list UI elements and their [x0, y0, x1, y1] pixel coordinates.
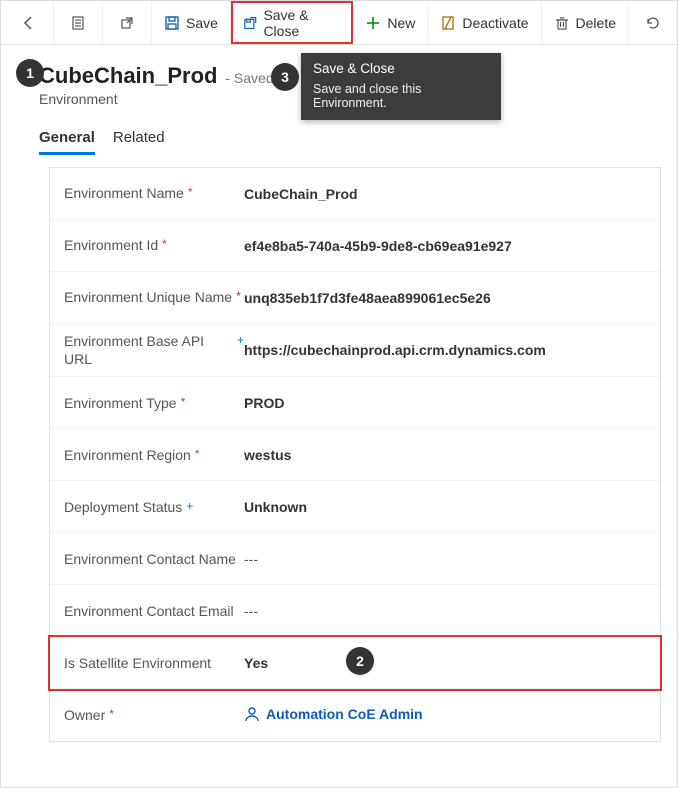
- save-close-tooltip: Save & Close Save and close this Environ…: [301, 53, 501, 120]
- open-new-window-icon: [119, 15, 135, 31]
- field-owner[interactable]: Owner * Automation CoE Admin: [50, 689, 660, 741]
- save-label: Save: [186, 15, 218, 31]
- field-value: https://cubechainprod.api.crm.dynamics.c…: [244, 342, 646, 358]
- delete-button[interactable]: Delete: [542, 1, 629, 44]
- field-label: Owner: [64, 706, 105, 724]
- required-mark: *: [162, 237, 167, 251]
- field-label: Environment Contact Email: [64, 602, 234, 620]
- field-label: Environment Id: [64, 236, 158, 254]
- required-mark: *: [181, 395, 186, 409]
- field-label: Is Satellite Environment: [64, 654, 211, 672]
- required-mark: *: [109, 707, 114, 721]
- field-deployment-status[interactable]: Deployment Status + Unknown: [50, 481, 660, 533]
- deactivate-icon: [440, 15, 456, 31]
- field-value: Yes: [244, 655, 646, 671]
- tooltip-body: Save and close this Environment.: [313, 82, 489, 110]
- field-value: ---: [244, 603, 646, 619]
- save-icon: [164, 15, 180, 31]
- field-label: Environment Contact Name: [64, 550, 236, 568]
- field-environment-unique-name[interactable]: Environment Unique Name * unq835eb1f7d3fe…: [50, 272, 660, 324]
- field-environment-type[interactable]: Environment Type * PROD: [50, 377, 660, 429]
- callout-badge-2: 2: [346, 647, 374, 675]
- back-button[interactable]: [5, 1, 54, 44]
- tab-general[interactable]: General: [39, 129, 95, 155]
- field-value: unq835eb1f7d3fe48aea899061ec5e26: [244, 290, 646, 306]
- owner-name: Automation CoE Admin: [266, 706, 423, 722]
- field-label: Environment Region: [64, 446, 191, 464]
- field-environment-base-api-url[interactable]: Environment Base API URL + https://cubech…: [50, 324, 660, 377]
- required-mark: *: [188, 185, 193, 199]
- new-button[interactable]: New: [353, 1, 428, 44]
- field-label: Deployment Status: [64, 498, 182, 516]
- person-icon: [244, 706, 260, 722]
- required-mark: *: [195, 447, 200, 461]
- deactivate-label: Deactivate: [462, 15, 528, 31]
- save-button[interactable]: Save: [152, 1, 231, 44]
- field-value: ef4e8ba5-740a-45b9-9de8-cb69ea91e927: [244, 238, 646, 254]
- plus-icon: [365, 15, 381, 31]
- recommended-mark: +: [186, 499, 193, 513]
- field-contact-name[interactable]: Environment Contact Name ---: [50, 533, 660, 585]
- tabs: General Related: [39, 129, 659, 155]
- page-title: CubeChain_Prod: [39, 63, 217, 88]
- recommended-mark: +: [237, 333, 244, 347]
- form-selector-button[interactable]: [54, 1, 103, 44]
- field-environment-id[interactable]: Environment Id * ef4e8ba5-740a-45b9-9de8-…: [50, 220, 660, 272]
- field-label: Environment Unique Name: [64, 288, 232, 306]
- form-icon: [70, 15, 86, 31]
- save-close-icon: [243, 15, 258, 31]
- field-label: Environment Type: [64, 394, 177, 412]
- tooltip-title: Save & Close: [313, 61, 489, 76]
- trash-icon: [554, 15, 570, 31]
- back-icon: [21, 15, 37, 31]
- new-label: New: [387, 15, 415, 31]
- tab-related[interactable]: Related: [113, 129, 165, 155]
- delete-label: Delete: [576, 15, 616, 31]
- refresh-icon: [645, 15, 661, 31]
- field-environment-region[interactable]: Environment Region * westus: [50, 429, 660, 481]
- field-value: CubeChain_Prod: [244, 186, 646, 202]
- field-value: westus: [244, 447, 646, 463]
- field-value: PROD: [244, 395, 646, 411]
- refresh-button[interactable]: [629, 1, 677, 44]
- toolbar: Save Save & Close New Deactivate Delete: [1, 1, 677, 45]
- field-label: Environment Name: [64, 184, 184, 202]
- callout-badge-1: 1: [16, 59, 44, 87]
- field-environment-name[interactable]: Environment Name * CubeChain_Prod: [50, 168, 660, 220]
- required-mark: *: [236, 289, 241, 303]
- deactivate-button[interactable]: Deactivate: [428, 1, 541, 44]
- field-contact-email[interactable]: Environment Contact Email ---: [50, 585, 660, 637]
- save-close-button[interactable]: Save & Close: [231, 1, 353, 44]
- field-value: Unknown: [244, 499, 646, 515]
- save-close-label: Save & Close: [263, 7, 340, 39]
- field-value: ---: [244, 551, 646, 567]
- field-label: Environment Base API URL: [64, 332, 233, 368]
- owner-link[interactable]: Automation CoE Admin: [244, 706, 423, 722]
- open-new-window-button[interactable]: [103, 1, 152, 44]
- save-status: - Saved: [225, 70, 273, 86]
- callout-badge-3: 3: [271, 63, 299, 91]
